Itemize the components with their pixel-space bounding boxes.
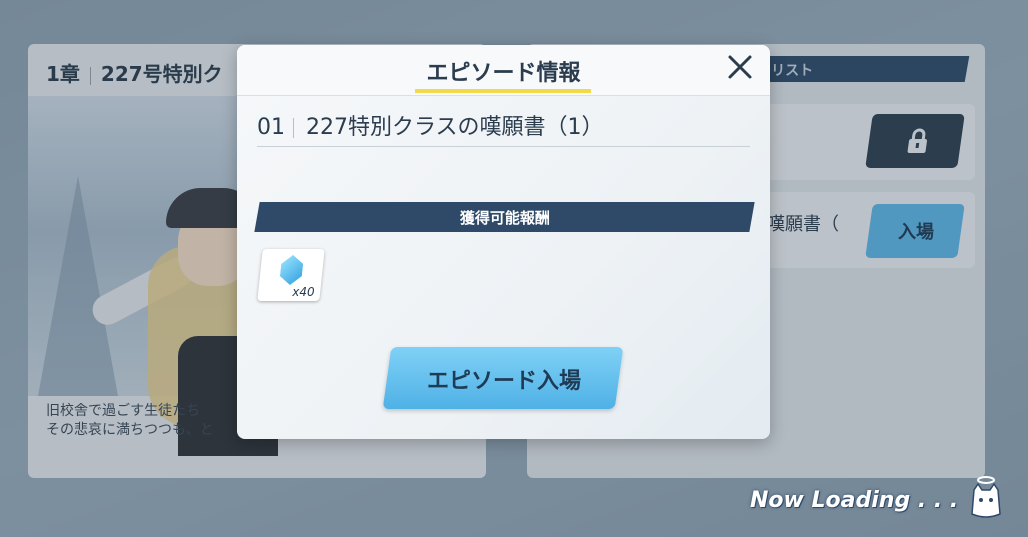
reward-header: 獲得可能報酬 [254, 202, 755, 232]
title-underline [415, 89, 591, 93]
episode-number: 01 [257, 115, 285, 140]
enter-episode-button[interactable]: エピソード入場 [382, 347, 624, 409]
divider [257, 146, 750, 147]
reward-quantity: x40 [291, 285, 315, 299]
episode-title: 227特別クラスの嘆願書（1） [306, 115, 604, 140]
dialog-header: エピソード情報 [237, 45, 770, 96]
loading-text: Now Loading . . . [750, 488, 959, 513]
episode-heading: 01 227特別クラスの嘆願書（1） [257, 109, 604, 141]
episode-info-dialog: エピソード情報 01 227特別クラスの嘆願書（1） 獲得可能報酬 x40 エピソ… [237, 45, 770, 439]
reward-item[interactable]: x40 [257, 249, 325, 301]
close-icon[interactable] [724, 53, 756, 85]
gem-icon [279, 255, 304, 285]
dialog-title: エピソード情報 [426, 61, 581, 86]
mascot-icon [968, 474, 1004, 520]
